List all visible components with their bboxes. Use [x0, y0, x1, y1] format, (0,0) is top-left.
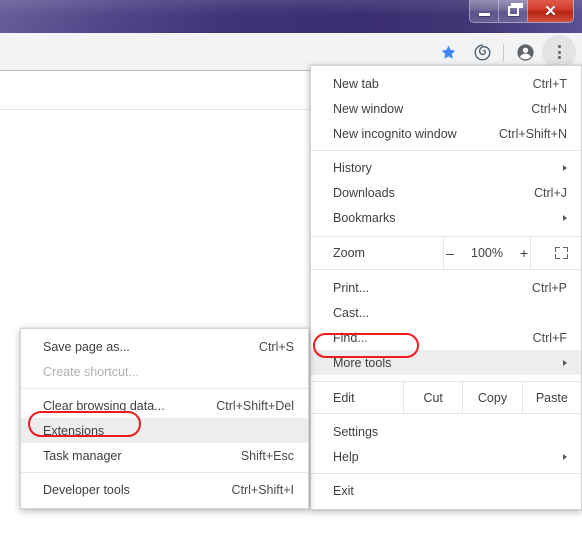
menu-item-shortcut: Shift+Esc: [240, 448, 294, 463]
menu-item-settings[interactable]: Settings: [311, 419, 581, 444]
menu-item-label: Print...: [333, 280, 370, 295]
submenu-bottom-padding: [21, 502, 308, 508]
menu-separator: [21, 472, 308, 473]
menu-item-bookmarks[interactable]: Bookmarks: [311, 205, 581, 230]
minimize-icon: [478, 12, 490, 16]
menu-item-history[interactable]: History: [311, 155, 581, 180]
submenu-item-developer-tools[interactable]: Developer tools Ctrl+Shift+I: [21, 477, 308, 502]
menu-item-cast[interactable]: Cast...: [311, 300, 581, 325]
star-icon: [441, 45, 455, 59]
chevron-right-icon: [563, 453, 567, 460]
extension-swirl-button[interactable]: [465, 35, 499, 69]
chrome-menu-button[interactable]: [542, 35, 576, 69]
menu-item-new-tab[interactable]: New tab Ctrl+T: [311, 71, 581, 96]
more-tools-submenu: Save page as... Ctrl+S Create shortcut..…: [20, 328, 309, 509]
edit-paste-button[interactable]: Paste: [521, 382, 581, 413]
menu-item-label: New incognito window: [333, 126, 457, 141]
menu-item-shortcut: Ctrl+F: [532, 330, 567, 345]
menu-item-label: Cast...: [333, 305, 370, 320]
chevron-right-icon: [563, 214, 567, 221]
menu-item-label: Developer tools: [43, 482, 130, 497]
menu-bottom-padding: [311, 503, 581, 509]
chrome-main-menu: New tab Ctrl+T New window Ctrl+N New inc…: [310, 65, 582, 510]
menu-item-shortcut: Ctrl+P: [531, 280, 567, 295]
menu-item-help[interactable]: Help: [311, 444, 581, 469]
menu-item-exit[interactable]: Exit: [311, 478, 581, 503]
menu-item-shortcut: Ctrl+T: [532, 76, 567, 91]
menu-item-label: More tools: [333, 355, 392, 370]
menu-item-downloads[interactable]: Downloads Ctrl+J: [311, 180, 581, 205]
spiral-icon: [474, 44, 490, 60]
edit-label: Edit: [333, 390, 355, 405]
zoom-level-value: 100%: [471, 246, 503, 260]
menu-item-shortcut: Ctrl+Shift+N: [498, 126, 567, 141]
three-dot-menu-icon: [557, 45, 561, 59]
edit-cut-button[interactable]: Cut: [403, 382, 462, 413]
chevron-right-icon: [563, 164, 567, 171]
menu-item-label: Settings: [333, 424, 379, 439]
submenu-item-clear-browsing-data[interactable]: Clear browsing data... Ctrl+Shift+Del: [21, 393, 308, 418]
minimize-button[interactable]: [470, 0, 499, 22]
zoom-out-button[interactable]: –: [444, 246, 456, 260]
zoom-label: Zoom: [333, 246, 365, 260]
menu-item-shortcut: Ctrl+N: [531, 101, 567, 116]
toolbar-separator: [503, 43, 504, 61]
menu-item-shortcut: Ctrl+Shift+I: [231, 482, 294, 497]
menu-item-label: History: [333, 160, 372, 175]
menu-edit-row: Edit Cut Copy Paste: [311, 381, 581, 414]
zoom-in-button[interactable]: +: [518, 246, 530, 260]
submenu-item-create-shortcut: Create shortcut...: [21, 359, 308, 384]
bookmark-star-button[interactable]: [431, 35, 465, 69]
submenu-item-extensions[interactable]: Extensions: [21, 418, 308, 443]
menu-item-label: Extensions: [43, 423, 105, 438]
menu-item-label: Find...: [333, 330, 368, 345]
profile-avatar-button[interactable]: [508, 35, 542, 69]
menu-separator: [21, 388, 308, 389]
menu-item-shortcut: Ctrl+J: [534, 185, 567, 200]
close-button[interactable]: ✕: [528, 0, 573, 22]
menu-item-label: Exit: [333, 483, 354, 498]
menu-item-label: Bookmarks: [333, 210, 396, 225]
menu-item-shortcut: Ctrl+S: [258, 339, 294, 354]
restore-icon: [507, 3, 523, 16]
menu-item-label: Downloads: [333, 185, 395, 200]
menu-item-print[interactable]: Print... Ctrl+P: [311, 275, 581, 300]
close-icon: ✕: [544, 2, 557, 20]
window-titlebar: ✕: [0, 0, 582, 33]
menu-zoom-row: Zoom – 100% +: [311, 236, 581, 270]
fullscreen-button[interactable]: [530, 237, 582, 269]
menu-separator: [311, 150, 581, 151]
menu-item-shortcut: Ctrl+Shift+Del: [216, 398, 294, 413]
fullscreen-icon: [555, 247, 568, 259]
restore-button[interactable]: [499, 0, 528, 22]
window-control-buttons: ✕: [469, 0, 574, 23]
edit-copy-button[interactable]: Copy: [462, 382, 521, 413]
submenu-item-task-manager[interactable]: Task manager Shift+Esc: [21, 443, 308, 468]
account-avatar-icon: [516, 43, 534, 61]
menu-item-label: Task manager: [43, 448, 122, 463]
menu-item-label: Help: [333, 449, 359, 464]
menu-item-new-window[interactable]: New window Ctrl+N: [311, 96, 581, 121]
zoom-controls: – 100% +: [443, 237, 530, 269]
menu-item-label: New window: [333, 101, 404, 116]
chevron-right-icon: [563, 359, 567, 366]
menu-item-label: Create shortcut...: [43, 364, 139, 379]
submenu-item-save-page-as[interactable]: Save page as... Ctrl+S: [21, 334, 308, 359]
menu-item-label: Save page as...: [43, 339, 130, 354]
menu-item-more-tools[interactable]: More tools: [311, 350, 581, 375]
menu-item-find[interactable]: Find... Ctrl+F: [311, 325, 581, 350]
menu-item-new-incognito-window[interactable]: New incognito window Ctrl+Shift+N: [311, 121, 581, 146]
menu-separator: [311, 473, 581, 474]
menu-item-label: New tab: [333, 76, 379, 91]
menu-item-label: Clear browsing data...: [43, 398, 165, 413]
